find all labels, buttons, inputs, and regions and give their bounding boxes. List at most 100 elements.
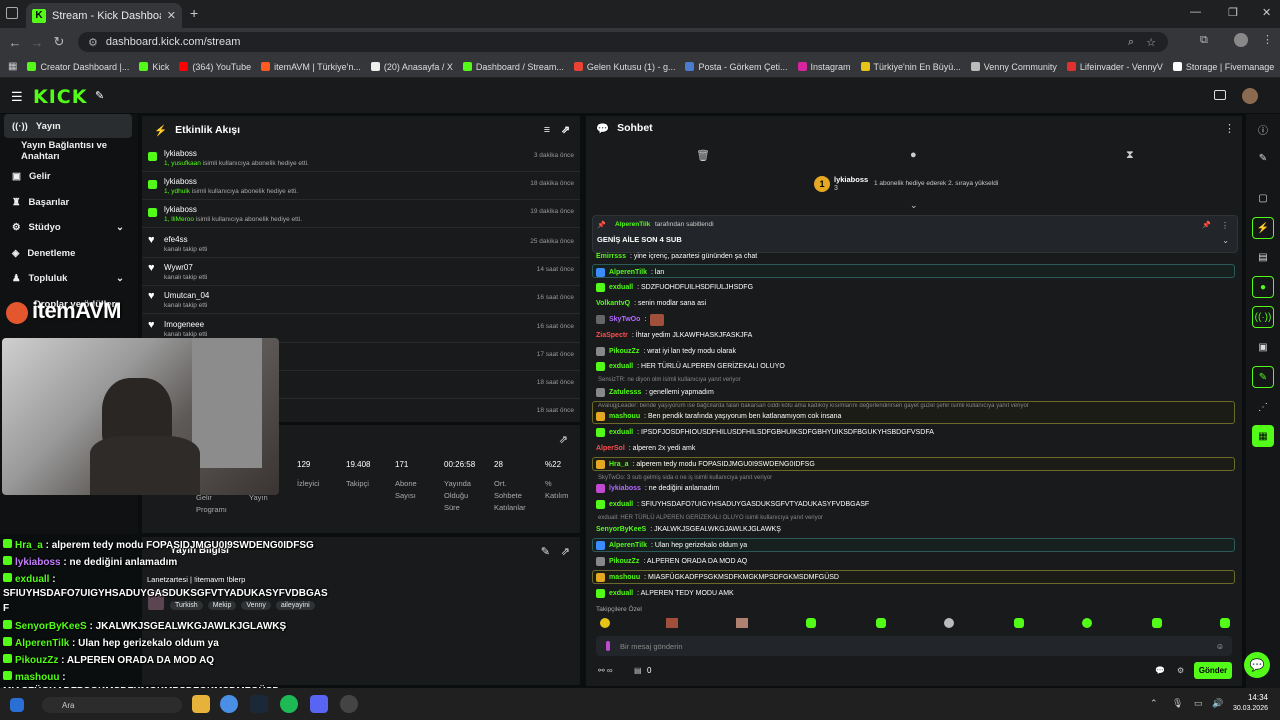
chat-username[interactable]: PikouzZz	[609, 348, 639, 355]
trash-icon[interactable]: 🗑	[696, 149, 710, 162]
emote-icon[interactable]	[944, 618, 954, 628]
browser-tab[interactable]: K Stream - Kick Dashboard ✕	[26, 3, 182, 28]
chat-icon[interactable]: ●	[1252, 276, 1274, 298]
tag[interactable]: Mekip	[207, 601, 237, 610]
nodes-icon[interactable]: ⋰	[1252, 396, 1274, 418]
emote-icon[interactable]	[876, 618, 886, 628]
broadcast-icon[interactable]: ((·))	[1252, 306, 1274, 328]
apps-icon[interactable]: ▦	[8, 61, 17, 72]
hamburger-icon[interactable]: ☰	[11, 89, 23, 105]
info-icon[interactable]: ⓘ	[1252, 118, 1274, 140]
spotify-icon[interactable]	[280, 695, 298, 713]
back-icon[interactable]: ←	[4, 35, 26, 50]
minimize-icon[interactable]: —	[1190, 6, 1201, 18]
extensions-icon[interactable]: ⧉	[1200, 34, 1208, 47]
emote-icon[interactable]	[1014, 618, 1024, 628]
bookmark-item[interactable]: Posta - Görkem Çeti...	[685, 62, 788, 72]
url-field[interactable]: ⚙ dashboard.kick.com/stream ⌕ ☆	[78, 32, 1168, 52]
sidebar-item-basarilar[interactable]: ♜ Başarılar	[4, 190, 132, 214]
tab-search-icon[interactable]	[6, 7, 18, 19]
edit-icon[interactable]: ✎	[541, 545, 550, 558]
chat-menu-icon[interactable]: ⋮	[1224, 122, 1235, 135]
volume-icon[interactable]: 🔊	[1212, 698, 1223, 709]
windows-start-icon[interactable]	[10, 698, 24, 712]
bookmark-item[interactable]: Türkiye'nin En Büyü...	[860, 62, 961, 72]
send-button[interactable]: Gönder	[1194, 662, 1232, 679]
sidebar-item-gelir[interactable]: ▣ Gelir	[4, 164, 132, 188]
sidebar-item-stream-key[interactable]: Yayın Bağlantısı ve Anahtarı	[4, 139, 132, 163]
chat-username[interactable]: SkyTwOo	[609, 316, 640, 323]
sidebar-item-topluluk[interactable]: ♟ Topluluk ⌄	[4, 266, 132, 290]
chat-username[interactable]: exduall	[609, 284, 633, 291]
site-info-icon[interactable]: ⚙	[88, 36, 98, 49]
bookmark-item[interactable]: Instagram	[797, 62, 851, 72]
chat-username[interactable]: lykiaboss	[609, 485, 641, 492]
taskbar-search[interactable]: Ara	[42, 697, 182, 713]
chat-username[interactable]: exduall	[609, 501, 633, 508]
chat-username[interactable]: VolkantvQ	[596, 300, 630, 307]
folder-icon[interactable]	[192, 695, 210, 713]
unpin-icon[interactable]: 📌	[1202, 221, 1211, 229]
add-widget-icon[interactable]: ▦	[1252, 425, 1274, 447]
event-username[interactable]: efe4ss	[164, 235, 188, 244]
bookmark-item[interactable]: Lifeinvader - VennyV	[1066, 62, 1163, 72]
bolt-icon[interactable]: ⚡	[1252, 217, 1274, 239]
profile-icon[interactable]	[1234, 33, 1248, 47]
event-username[interactable]: Umutcan_04	[164, 291, 209, 300]
chat-username[interactable]: AlperenTilk	[609, 542, 647, 549]
sidebar-item-denetleme[interactable]: ◈ Denetleme	[4, 241, 132, 265]
chat-username[interactable]: AlperSol	[596, 445, 625, 452]
emote-icon[interactable]	[1082, 618, 1092, 628]
chat-username[interactable]: exduall	[609, 590, 633, 597]
chat-mode-icon[interactable]: ●	[910, 149, 917, 161]
slow-mode-icon[interactable]: ⧗	[1126, 149, 1134, 162]
chat-username[interactable]: AlperenTilk	[609, 269, 647, 276]
chat-username[interactable]: Emirrsss	[596, 253, 626, 260]
emoji-icon[interactable]: ☺	[1216, 642, 1224, 651]
bookmark-item[interactable]: Dashboard / Stream...	[462, 62, 564, 72]
tag[interactable]: aileyayini	[275, 601, 315, 610]
wrench-icon[interactable]: ✎	[1252, 366, 1274, 388]
bookmark-item[interactable]: itemAVM | Türkiye'n...	[261, 62, 361, 72]
popout-icon[interactable]: ⇗	[561, 124, 570, 136]
emote-icon[interactable]	[736, 618, 748, 628]
mic-tray-icon[interactable]: 🎙	[1172, 698, 1183, 709]
emote-icon[interactable]	[806, 618, 816, 628]
emote-icon[interactable]	[600, 618, 610, 628]
browser-menu-icon[interactable]: ⋮	[1262, 33, 1273, 46]
chat-username[interactable]: Zatulesss	[609, 389, 641, 396]
expand-icon[interactable]: ⌄	[910, 200, 918, 211]
emote-icon[interactable]	[666, 618, 678, 628]
event-username[interactable]: Imogeneee	[164, 320, 204, 329]
bookmark-item[interactable]: Kick	[139, 62, 169, 72]
wallet-icon[interactable]	[1214, 90, 1226, 100]
filter-icon[interactable]: ≡	[544, 124, 550, 136]
chat-bubble-icon[interactable]: 💬	[1155, 666, 1165, 675]
kick-logo[interactable]: KICK	[33, 86, 87, 108]
chat-input[interactable]: Bir mesaj gönderin ☺	[596, 636, 1232, 656]
bookmark-item[interactable]: Gelen Kutusu (1) - g...	[573, 62, 675, 72]
popout-icon[interactable]: ⇗	[561, 545, 570, 558]
chat-username[interactable]: ZiaSpectr	[596, 332, 628, 339]
bookmark-item[interactable]: (20) Anasayfa / X	[370, 62, 453, 72]
steam-icon[interactable]	[250, 695, 268, 713]
screen-icon[interactable]: ▢	[1252, 187, 1274, 209]
link-icon[interactable]: ⚯ ∞	[598, 666, 613, 675]
chat-username[interactable]: mashouu	[609, 413, 640, 420]
floating-chat-button[interactable]: 💬	[1244, 652, 1270, 678]
bus-icon[interactable]: ▣	[1252, 336, 1274, 358]
obs-icon[interactable]	[340, 695, 358, 713]
chat-username[interactable]: mashouu	[609, 574, 640, 581]
tag[interactable]: Venny	[241, 601, 271, 610]
pinned-menu-icon[interactable]: ⋮	[1221, 221, 1229, 230]
forward-icon[interactable]: →	[26, 35, 48, 50]
close-window-icon[interactable]: ✕	[1262, 6, 1271, 19]
network-icon[interactable]: ▭	[1194, 698, 1203, 709]
chevron-down-icon[interactable]: ⌄	[1222, 236, 1229, 245]
close-tab-icon[interactable]: ✕	[167, 9, 176, 22]
discord-icon[interactable]	[310, 695, 328, 713]
pin-tool-icon[interactable]: ✎	[95, 89, 104, 102]
new-tab-button[interactable]: +	[190, 5, 198, 21]
chat-username[interactable]: PikouzZz	[609, 558, 639, 565]
popout-icon[interactable]: ⇗	[559, 433, 568, 446]
